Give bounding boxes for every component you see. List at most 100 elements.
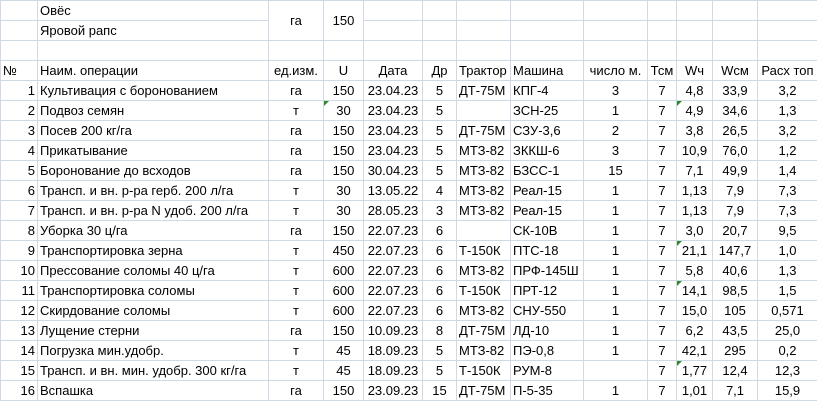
cell[interactable] — [422, 0, 457, 21]
cell-date[interactable]: 23.04.23 — [363, 100, 423, 121]
cell-days[interactable]: 4 — [422, 180, 457, 201]
cell-date[interactable]: 22.07.23 — [363, 220, 423, 241]
cell-number[interactable]: 14 — [0, 340, 38, 361]
cell-machine[interactable]: ЛД-10 — [510, 320, 584, 341]
cell-date[interactable]: 28.05.23 — [363, 200, 423, 221]
cell-hourly-output[interactable]: 10,9 — [676, 140, 713, 161]
cell-tractor[interactable]: ДТ-75М — [456, 80, 511, 101]
cell-fuel-consumption[interactable]: 7,3 — [757, 180, 817, 201]
cell[interactable] — [363, 40, 423, 61]
cell[interactable] — [647, 20, 677, 41]
cell-machine-count[interactable]: 1 — [583, 340, 648, 361]
cell-tractor[interactable] — [456, 220, 511, 241]
cell-hourly-output[interactable]: 3,0 — [676, 220, 713, 241]
cell-machine[interactable]: Реал-15 — [510, 200, 584, 221]
cell-tractor[interactable]: МТЗ-82 — [456, 160, 511, 181]
cell-shift-hours[interactable]: 7 — [647, 300, 677, 321]
cell-volume[interactable]: 30 — [323, 200, 364, 221]
cell-days[interactable]: 5 — [422, 160, 457, 181]
cell-operation[interactable]: Транспортировка зерна — [37, 240, 269, 261]
cell-number[interactable]: 1 — [0, 80, 38, 101]
cell[interactable] — [757, 0, 817, 21]
cell[interactable] — [363, 0, 423, 21]
cell-machine[interactable]: КПГ-4 — [510, 80, 584, 101]
cell-unit[interactable]: га — [268, 220, 324, 241]
cell[interactable] — [0, 0, 38, 21]
header-number[interactable]: № — [0, 60, 38, 81]
cell-tractor[interactable]: МТЗ-82 — [456, 200, 511, 221]
cell-operation[interactable]: Погрузка мин.удобр. — [37, 340, 269, 361]
cell-date[interactable]: 22.07.23 — [363, 280, 423, 301]
cell-shift-output[interactable]: 43,5 — [712, 320, 758, 341]
cell-date[interactable]: 23.04.23 — [363, 140, 423, 161]
cell-shift-output[interactable]: 34,6 — [712, 100, 758, 121]
cell-operation[interactable]: Подвоз семян — [37, 100, 269, 121]
cell-number[interactable]: 9 — [0, 240, 38, 261]
cell-shift-hours[interactable]: 7 — [647, 320, 677, 341]
cell-volume[interactable]: 150 — [323, 220, 364, 241]
cell-number[interactable]: 8 — [0, 220, 38, 241]
cell-machine[interactable]: ЗККШ-6 — [510, 140, 584, 161]
cell-shift-output[interactable]: 33,9 — [712, 80, 758, 101]
cell-days[interactable]: 5 — [422, 80, 457, 101]
cell-shift-hours[interactable]: 7 — [647, 80, 677, 101]
cell-date[interactable]: 23.04.23 — [363, 120, 423, 141]
cell-shift-output[interactable]: 105 — [712, 300, 758, 321]
cell-days[interactable]: 15 — [422, 380, 457, 401]
cell-fuel-consumption[interactable]: 9,5 — [757, 220, 817, 241]
cell-hourly-output[interactable]: 21,1 — [676, 240, 713, 261]
cell-unit[interactable]: га — [268, 120, 324, 141]
cell-fuel-consumption[interactable]: 3,2 — [757, 120, 817, 141]
cell-volume[interactable]: 150 — [323, 160, 364, 181]
cell-volume[interactable]: 150 — [323, 120, 364, 141]
cell-date[interactable]: 18.09.23 — [363, 340, 423, 361]
cell[interactable] — [37, 40, 269, 61]
cell[interactable] — [676, 20, 713, 41]
cell-tractor[interactable]: ДТ-75М — [456, 120, 511, 141]
cell-date[interactable]: 18.09.23 — [363, 360, 423, 381]
cell-date[interactable]: 22.07.23 — [363, 300, 423, 321]
cell[interactable] — [583, 0, 648, 21]
cell-date[interactable]: 13.05.22 — [363, 180, 423, 201]
cell-fuel-consumption[interactable]: 25,0 — [757, 320, 817, 341]
cell-operation[interactable]: Культивация с боронованием — [37, 80, 269, 101]
cell-unit[interactable]: га — [268, 320, 324, 341]
cell-shift-output[interactable]: 40,6 — [712, 260, 758, 281]
header-tractor[interactable]: Трактор — [456, 60, 511, 81]
cell[interactable] — [510, 20, 584, 41]
cell-tractor[interactable]: МТЗ-82 — [456, 140, 511, 161]
cell-days[interactable]: 6 — [422, 280, 457, 301]
cell-volume[interactable]: 450 — [323, 240, 364, 261]
cell-hourly-output[interactable]: 1,13 — [676, 180, 713, 201]
cell-shift-output[interactable]: 76,0 — [712, 140, 758, 161]
cell-date[interactable]: 23.09.23 — [363, 380, 423, 401]
cell[interactable] — [456, 40, 511, 61]
cell-date[interactable]: 30.04.23 — [363, 160, 423, 181]
cell-fuel-consumption[interactable]: 0,571 — [757, 300, 817, 321]
crop-name-2[interactable]: Яровой рапс — [37, 20, 269, 41]
cell-days[interactable]: 8 — [422, 320, 457, 341]
cell[interactable] — [510, 0, 584, 21]
cell-unit[interactable]: га — [268, 160, 324, 181]
cell-volume[interactable]: 600 — [323, 300, 364, 321]
cell-machine[interactable]: СК-10В — [510, 220, 584, 241]
cell-number[interactable]: 15 — [0, 360, 38, 381]
cell-days[interactable]: 6 — [422, 240, 457, 261]
cell-number[interactable]: 5 — [0, 160, 38, 181]
cell-hourly-output[interactable]: 6,2 — [676, 320, 713, 341]
cell-shift-hours[interactable]: 7 — [647, 380, 677, 401]
cell[interactable] — [757, 40, 817, 61]
cell-tractor[interactable]: Т-150К — [456, 360, 511, 381]
cell-volume[interactable]: 600 — [323, 260, 364, 281]
cell[interactable] — [0, 20, 38, 41]
cell-tractor[interactable]: МТЗ-82 — [456, 260, 511, 281]
cell-operation[interactable]: Посев 200 кг/га — [37, 120, 269, 141]
cell-fuel-consumption[interactable]: 7,3 — [757, 200, 817, 221]
cell-number[interactable]: 2 — [0, 100, 38, 121]
header-unit[interactable]: ед.изм. — [268, 60, 324, 81]
cell-days[interactable]: 5 — [422, 100, 457, 121]
cell[interactable] — [0, 40, 38, 61]
cell-shift-hours[interactable]: 7 — [647, 100, 677, 121]
cell-shift-hours[interactable]: 7 — [647, 260, 677, 281]
cell-operation[interactable]: Боронование до всходов — [37, 160, 269, 181]
